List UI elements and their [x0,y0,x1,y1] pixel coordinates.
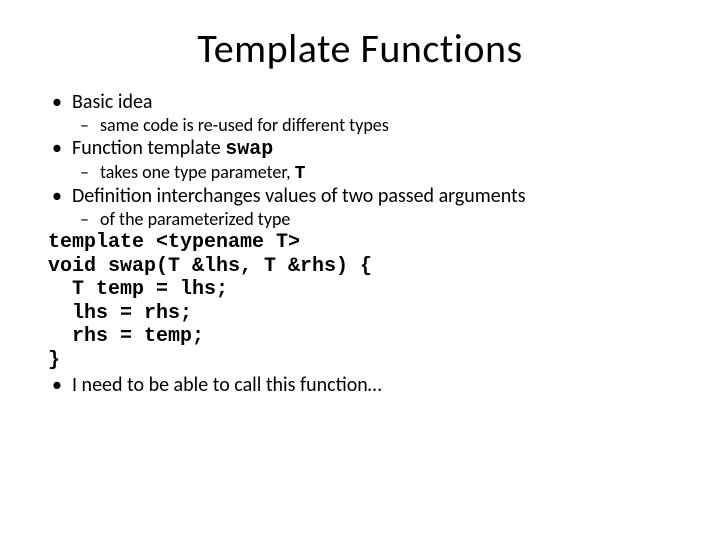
inline-code: T [295,164,306,184]
code-line: T temp = lhs; [48,278,228,301]
bullet-function-template: Function template swap takes one type pa… [48,137,680,185]
bullet-call-function: I need to be able to call this function… [48,374,680,397]
slide: Template Functions Basic idea same code … [0,0,720,540]
bullet-text: Definition interchanges values of two pa… [72,184,526,208]
bullet-text: Basic idea [72,90,152,114]
bullet-list: Basic idea same code is re-used for diff… [48,91,680,230]
sub-bullet: of the parameterized type [72,209,680,230]
bullet-definition: Definition interchanges values of two pa… [48,185,680,230]
bullet-text: I need to be able to call this function… [72,373,382,397]
bullet-basic-idea: Basic idea same code is re-used for diff… [48,91,680,136]
code-line: template <typename T> [48,231,300,254]
code-block: template <typename T> void swap(T &lhs, … [48,231,680,373]
code-line: } [48,349,60,372]
sub-bullet: takes one type parameter, T [72,162,680,185]
code-line: rhs = temp; [48,325,204,348]
code-line: lhs = rhs; [48,302,192,325]
slide-content: Basic idea same code is re-used for diff… [40,91,680,397]
slide-title: Template Functions [40,24,680,73]
code-line: void swap(T &lhs, T &rhs) { [48,255,372,278]
bullet-text: Function template [72,136,225,160]
sub-bullet-text: takes one type parameter, [100,161,295,183]
bullet-list: I need to be able to call this function… [48,374,680,397]
sub-bullet: same code is re-used for different types [72,115,680,136]
inline-code: swap [225,138,273,161]
